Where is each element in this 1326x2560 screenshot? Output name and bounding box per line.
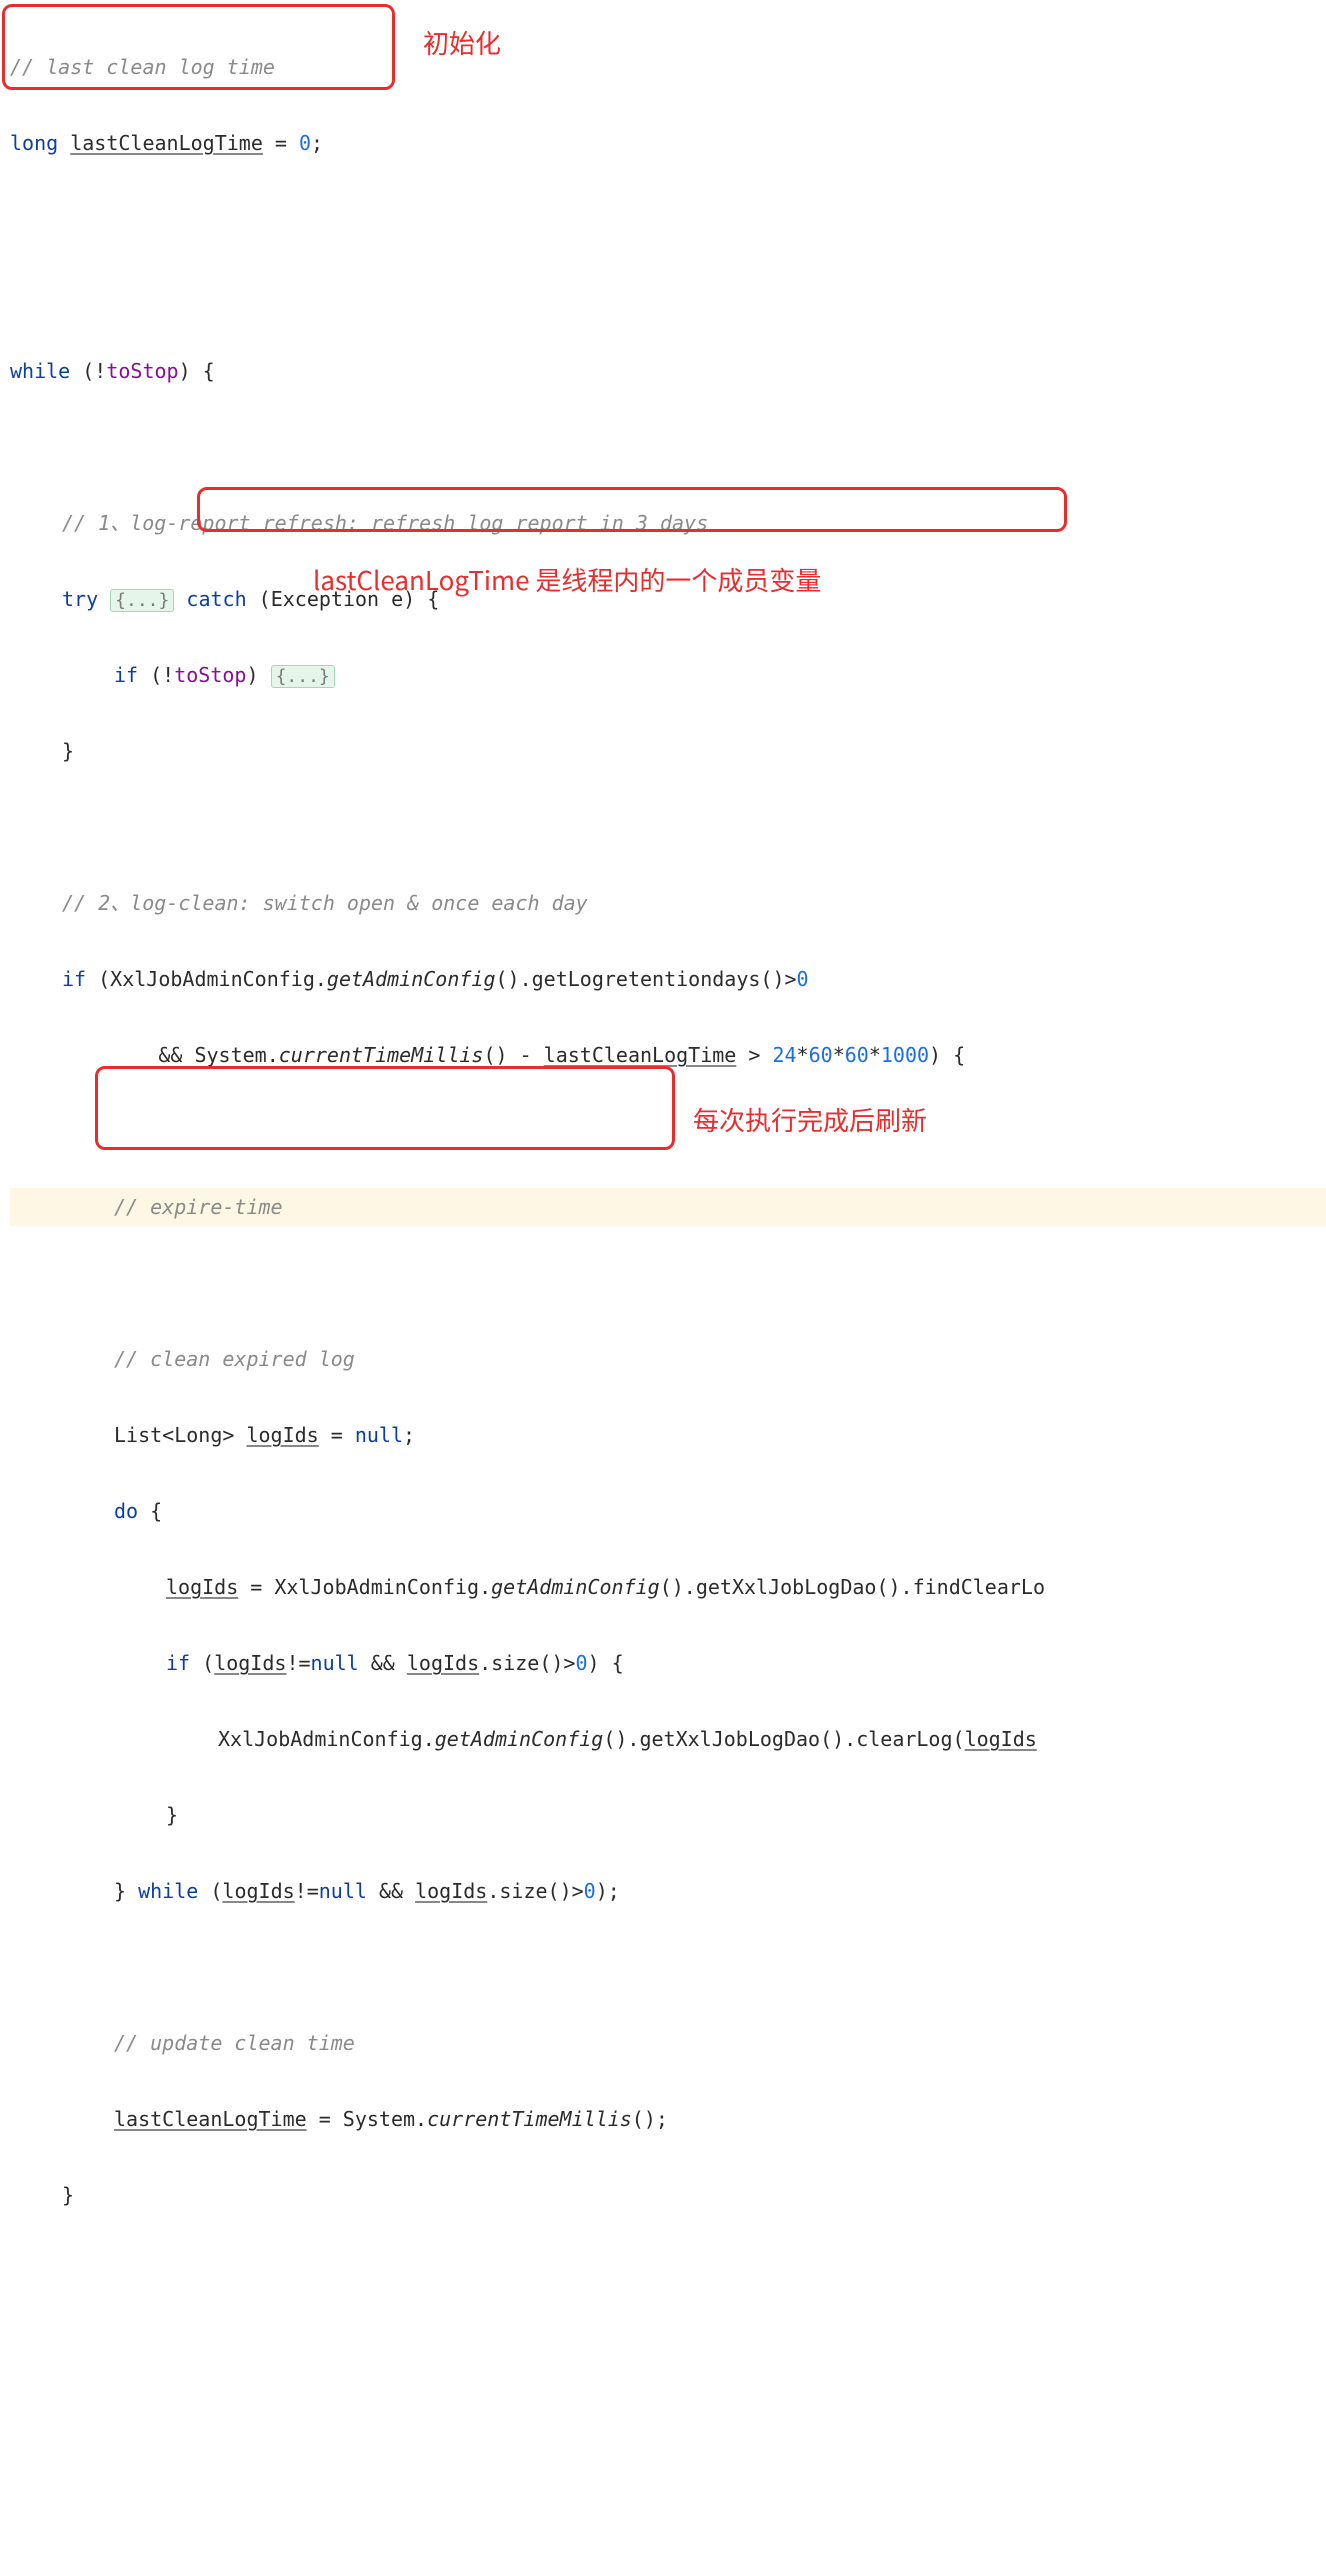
method-currentTimeMillis: currentTimeMillis [279, 1043, 484, 1067]
annotation-text-init: 初始化 [423, 18, 501, 67]
expr: XxlJobAdminConfig. [218, 1727, 435, 1751]
expr: .size()> [487, 1879, 583, 1903]
annotation-text-member: lastCleanLogTime 是线程内的一个成员变量 [313, 555, 821, 604]
op: != [286, 1651, 310, 1675]
literal-zero: 0 [797, 967, 809, 991]
keyword-if: if [166, 1651, 190, 1675]
annotation-text-refresh: 每次执行完成后刷新 [693, 1095, 927, 1144]
brace-close: } [62, 739, 74, 763]
comment-line: // expire-time [114, 1195, 283, 1219]
code-fold-icon[interactable]: {...} [271, 665, 335, 688]
brace-close: } [114, 1879, 138, 1903]
brace-close: } [166, 1803, 178, 1827]
expr: () - [483, 1043, 543, 1067]
literal-zero: 0 [575, 1651, 587, 1675]
and-op: && System. [62, 1043, 279, 1067]
expr: ().getXxlJobLogDao().findClearLo [660, 1575, 1045, 1599]
method-getAdminConfig: getAdminConfig [327, 967, 496, 991]
field-toStop: toStop [174, 663, 246, 687]
keyword-if: if [62, 967, 86, 991]
and-op: && [359, 1651, 407, 1675]
var-lastCleanLogTime: lastCleanLogTime [70, 131, 263, 155]
keyword-null: null [319, 1879, 367, 1903]
var-lastCleanLogTime: lastCleanLogTime [114, 2107, 307, 2131]
op: * [869, 1043, 881, 1067]
assign: = System. [307, 2107, 427, 2131]
semicolon: ); [596, 1879, 620, 1903]
paren: (! [138, 663, 174, 687]
brace-close: } [62, 2183, 74, 2207]
code-block: // last clean log time long lastCleanLog… [0, 0, 1326, 2560]
brace: { [138, 1499, 162, 1523]
keyword-if: if [114, 663, 138, 687]
type-decl: List<Long> [114, 1423, 246, 1447]
literal-zero: 0 [299, 131, 311, 155]
var-logIds: logIds [222, 1879, 294, 1903]
var-logIds: logIds [965, 1727, 1037, 1751]
keyword-long: long [10, 131, 70, 155]
method-currentTimeMillis: currentTimeMillis [427, 2107, 632, 2131]
keyword-do: do [114, 1499, 138, 1523]
space [98, 587, 110, 611]
var-logIds: logIds [415, 1879, 487, 1903]
literal-zero: 0 [584, 1879, 596, 1903]
keyword-while: while [10, 359, 70, 383]
semicolon: (); [632, 2107, 668, 2131]
gt-op: > [736, 1043, 772, 1067]
field-toStop: toStop [106, 359, 178, 383]
literal: 24 [772, 1043, 796, 1067]
and-op: && [367, 1879, 415, 1903]
assign: = [263, 131, 299, 155]
comment-line: // update clean time [114, 2031, 355, 2055]
literal: 1000 [881, 1043, 929, 1067]
keyword-while: while [138, 1879, 198, 1903]
comment-line: // clean expired log [114, 1347, 355, 1371]
var-logIds: logIds [246, 1423, 318, 1447]
assign: = [319, 1423, 355, 1447]
expr: ().getLogretentiondays()> [496, 967, 797, 991]
paren: ( [198, 1879, 222, 1903]
op: * [797, 1043, 809, 1067]
op: * [833, 1043, 845, 1067]
var-lastCleanLogTime: lastCleanLogTime [544, 1043, 737, 1067]
comment-line: // 1、log-report refresh: refresh log rep… [62, 511, 708, 535]
brace: ) { [588, 1651, 624, 1675]
comment-line: // last clean log time [10, 55, 275, 79]
expr: ().getXxlJobLogDao().clearLog( [603, 1727, 964, 1751]
semicolon: ; [403, 1423, 415, 1447]
code-fold-icon[interactable]: {...} [110, 589, 174, 612]
comment-line: // 2、log-clean: switch open & once each … [62, 891, 588, 915]
expr: = XxlJobAdminConfig. [238, 1575, 491, 1599]
method-getAdminConfig: getAdminConfig [435, 1727, 604, 1751]
brace: ) { [179, 359, 215, 383]
var-logIds: logIds [166, 1575, 238, 1599]
paren: (! [70, 359, 106, 383]
var-logIds: logIds [407, 1651, 479, 1675]
keyword-null: null [311, 1651, 359, 1675]
keyword-null: null [355, 1423, 403, 1447]
literal: 60 [809, 1043, 833, 1067]
paren: ( [190, 1651, 214, 1675]
var-logIds: logIds [214, 1651, 286, 1675]
keyword-catch: catch [174, 587, 246, 611]
semicolon: ; [311, 131, 323, 155]
expr: .size()> [479, 1651, 575, 1675]
literal: 60 [845, 1043, 869, 1067]
brace: ) { [929, 1043, 965, 1067]
keyword-try: try [62, 587, 98, 611]
paren: ) [246, 663, 270, 687]
op: != [295, 1879, 319, 1903]
method-getAdminConfig: getAdminConfig [491, 1575, 660, 1599]
expr: (XxlJobAdminConfig. [86, 967, 327, 991]
